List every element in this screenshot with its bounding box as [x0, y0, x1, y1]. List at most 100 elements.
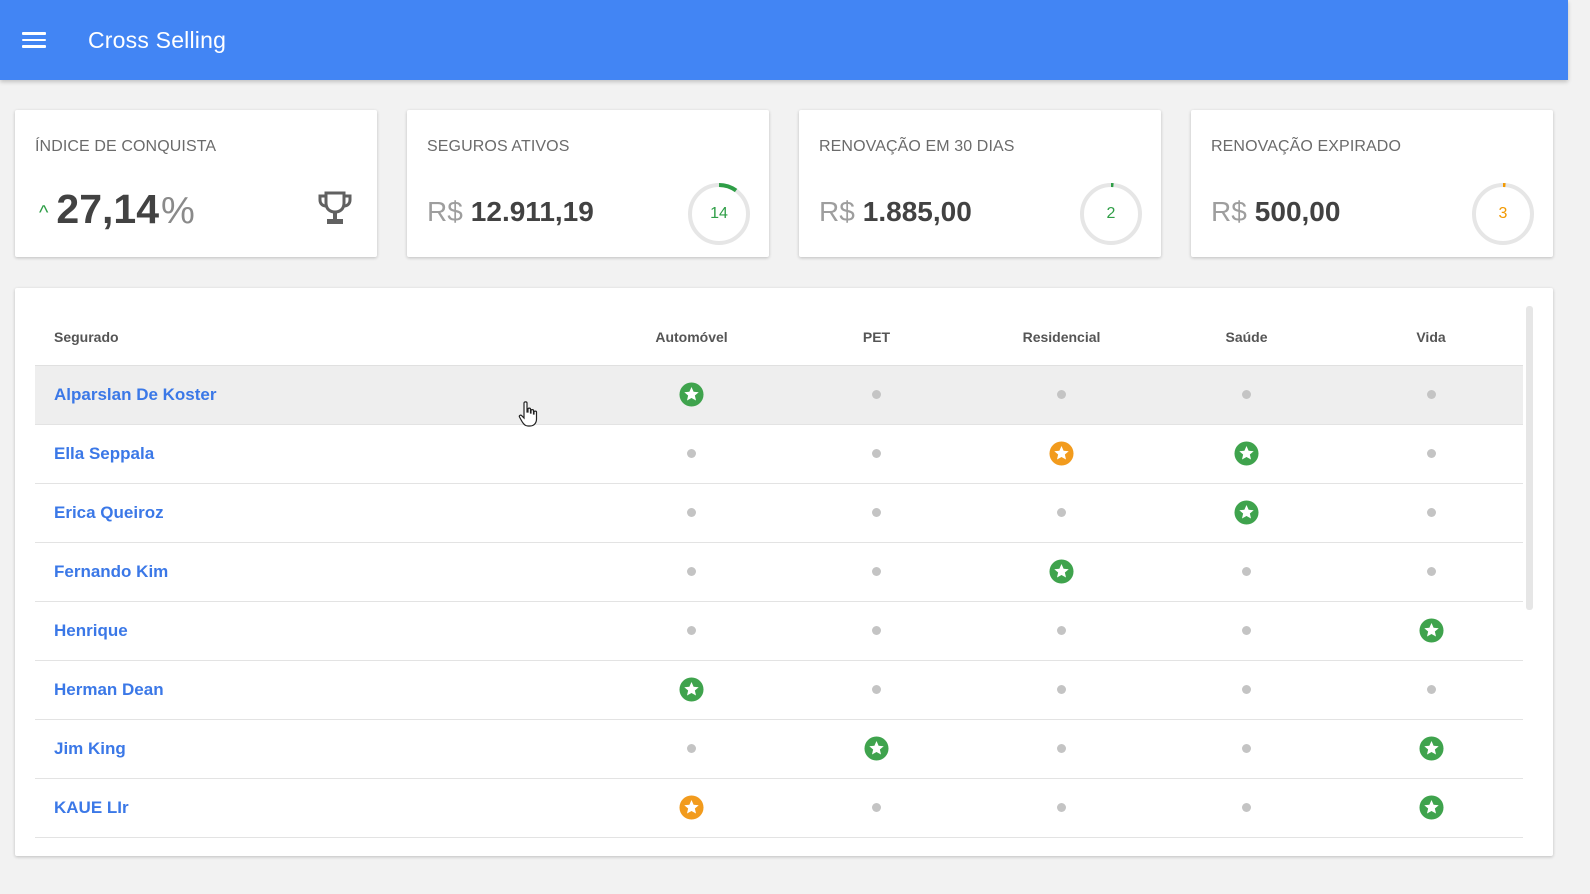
- empty-dot-cell: [969, 660, 1154, 719]
- empty-dot-cell: [784, 483, 969, 542]
- insured-name-link[interactable]: KAUE LIr: [35, 778, 599, 837]
- empty-dot-cell: [599, 719, 784, 778]
- insured-name-link[interactable]: Alparslan De Koster: [35, 365, 599, 424]
- table-row[interactable]: Alparslan De Koster: [35, 365, 1523, 424]
- card-seguros-ativos: SEGUROS ATIVOS R$ 12.911,19 14: [407, 110, 769, 257]
- app-title: Cross Selling: [88, 26, 227, 53]
- ring-count: 2: [1106, 205, 1116, 222]
- kpi-number: 27,14: [56, 186, 159, 232]
- empty-dot-cell: [784, 660, 969, 719]
- star-badge-cell: [1339, 719, 1523, 778]
- star-badge-icon: [679, 795, 704, 820]
- empty-dot-cell: [599, 483, 784, 542]
- star-badge-cell: [599, 365, 784, 424]
- dot-icon: [1242, 743, 1251, 753]
- hand-cursor-icon: [518, 401, 538, 427]
- dot-icon: [1426, 684, 1436, 694]
- dot-icon: [1057, 684, 1066, 694]
- trend-up-icon: ^: [39, 202, 49, 224]
- empty-dot-cell: [1154, 719, 1339, 778]
- star-badge-icon: [679, 382, 704, 407]
- star-badge-icon: [1049, 559, 1074, 584]
- dot-icon: [1057, 802, 1066, 812]
- dot-icon: [1242, 684, 1251, 694]
- dot-icon: [872, 802, 881, 812]
- empty-dot-cell: [1339, 424, 1523, 483]
- amount: 12.911,19: [470, 196, 594, 227]
- money-value: R$ 12.911,19: [427, 196, 594, 228]
- empty-dot-cell: [969, 601, 1154, 660]
- vertical-scrollbar[interactable]: [1526, 306, 1533, 610]
- column-header: PET: [784, 306, 969, 366]
- insured-name-link[interactable]: Ella Seppala: [35, 424, 599, 483]
- dot-icon: [1426, 448, 1436, 458]
- empty-dot-cell: [969, 483, 1154, 542]
- table-row[interactable]: Ella Seppala: [35, 424, 1523, 483]
- money-value: R$ 1.885,00: [819, 196, 972, 228]
- empty-dot-cell: [1154, 660, 1339, 719]
- star-badge-icon: [1234, 500, 1259, 525]
- star-badge-cell: [784, 719, 969, 778]
- dot-icon: [1057, 743, 1066, 753]
- column-header: Vida: [1339, 306, 1523, 366]
- card-title: SEGUROS ATIVOS: [427, 138, 570, 155]
- empty-dot-cell: [599, 542, 784, 601]
- table-row[interactable]: Henrique: [35, 601, 1523, 660]
- dot-icon: [872, 566, 881, 576]
- empty-dot-cell: [1154, 601, 1339, 660]
- dot-icon: [1057, 625, 1066, 635]
- star-badge-icon: [1049, 441, 1074, 466]
- column-header: Residencial: [969, 306, 1154, 366]
- star-badge-cell: [969, 542, 1154, 601]
- star-badge-cell: [1154, 483, 1339, 542]
- dot-icon: [1242, 566, 1251, 576]
- insured-name-link[interactable]: Herman Dean: [35, 660, 599, 719]
- column-header: Segurado: [35, 306, 599, 366]
- cross-selling-table: Segurado Automóvel PET Residencial Saúde Vida…: [35, 306, 1523, 838]
- card-title: RENOVAÇÃO EM 30 DIAS: [819, 138, 1015, 155]
- dot-icon: [687, 625, 696, 635]
- dot-icon: [687, 507, 696, 517]
- empty-dot-cell: [784, 365, 969, 424]
- ring-count: 3: [1498, 205, 1508, 222]
- dot-icon: [1242, 802, 1251, 812]
- empty-dot-cell: [1154, 778, 1339, 837]
- table-row[interactable]: Fernando Kim: [35, 542, 1523, 601]
- dot-icon: [1057, 389, 1066, 399]
- app-bar: Cross Selling: [0, 0, 1568, 80]
- empty-dot-cell: [1339, 542, 1523, 601]
- empty-dot-cell: [599, 601, 784, 660]
- table-row[interactable]: Jim King: [35, 719, 1523, 778]
- menu-icon[interactable]: [22, 29, 50, 51]
- table-body: Alparslan De Koster Ella Seppala Erica Que…: [35, 365, 1523, 837]
- empty-dot-cell: [784, 542, 969, 601]
- column-header: Saúde: [1154, 306, 1339, 366]
- star-badge-cell: [1339, 778, 1523, 837]
- insured-name-link[interactable]: Jim King: [35, 719, 599, 778]
- star-badge-cell: [599, 778, 784, 837]
- ring-count: 14: [710, 205, 728, 222]
- star-badge-cell: [599, 660, 784, 719]
- dot-icon: [687, 743, 696, 753]
- empty-dot-cell: [784, 778, 969, 837]
- table-header-row: Segurado Automóvel PET Residencial Saúde Vida: [35, 306, 1523, 366]
- insured-name-link[interactable]: Henrique: [35, 601, 599, 660]
- empty-dot-cell: [1154, 542, 1339, 601]
- table-row[interactable]: KAUE LIr: [35, 778, 1523, 837]
- table-row[interactable]: Erica Queiroz: [35, 483, 1523, 542]
- empty-dot-cell: [1154, 365, 1339, 424]
- kpi-value: ^ 27,14 %: [39, 186, 195, 233]
- empty-dot-cell: [1339, 365, 1523, 424]
- table-row[interactable]: Herman Dean: [35, 660, 1523, 719]
- dot-icon: [872, 507, 881, 517]
- dot-icon: [687, 566, 696, 576]
- dot-icon: [872, 625, 881, 635]
- dot-icon: [1057, 507, 1066, 517]
- trophy-icon: [318, 191, 352, 224]
- dot-icon: [1426, 389, 1436, 399]
- insured-name-link[interactable]: Erica Queiroz: [35, 483, 599, 542]
- dot-icon: [872, 389, 881, 399]
- empty-dot-cell: [599, 424, 784, 483]
- insured-name-link[interactable]: Fernando Kim: [35, 542, 599, 601]
- dot-icon: [872, 448, 881, 458]
